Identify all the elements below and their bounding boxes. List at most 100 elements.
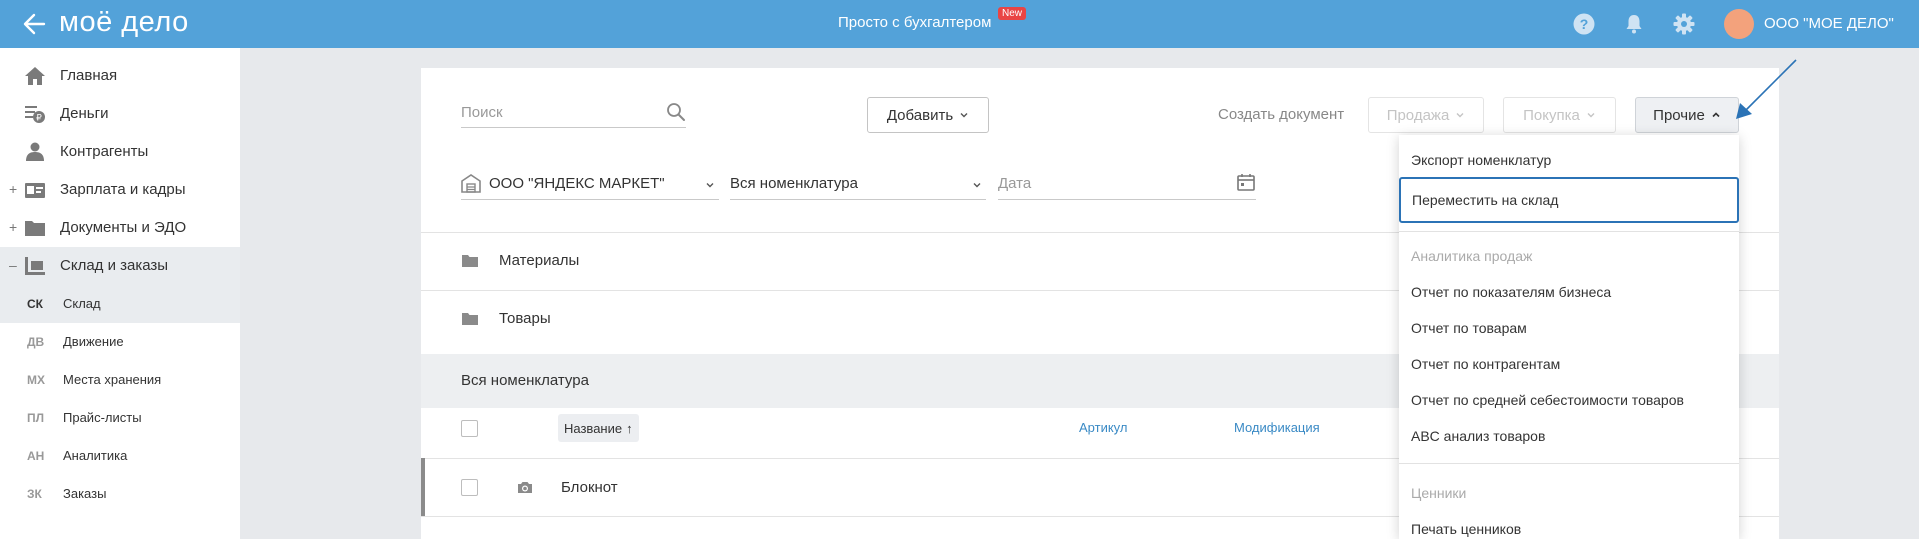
expand-icon[interactable]: + xyxy=(9,219,17,235)
subitem-label: Аналитика xyxy=(63,448,128,463)
menu-header-label: Ценники xyxy=(1411,485,1467,501)
subitem-code: ДВ xyxy=(27,335,45,349)
chevron-down-icon xyxy=(1456,113,1464,118)
menu-item-abc-analysis[interactable]: ABC анализ товаров xyxy=(1399,419,1739,455)
svg-text:?: ? xyxy=(1580,16,1589,32)
row-checkbox[interactable] xyxy=(461,479,478,496)
other-button[interactable]: Прочие xyxy=(1635,97,1739,133)
annotation-arrow-icon xyxy=(1736,59,1797,119)
folder-icon xyxy=(462,313,478,325)
search-input[interactable] xyxy=(461,98,651,126)
subitem-label: Склад xyxy=(63,296,101,311)
menu-item-print-price-tags[interactable]: Печать ценников xyxy=(1399,512,1739,539)
documents-folder-icon xyxy=(25,221,45,236)
top-header: моё дело Просто с бухгалтером New ? ООО … xyxy=(0,0,1919,48)
date-placeholder: Дата xyxy=(998,175,1032,192)
nomenclature-value: Вся номенклатура xyxy=(730,175,858,192)
sidebar-item-salary[interactable]: + Зарплата и кадры xyxy=(0,171,240,209)
menu-item-label: Отчет по показателям бизнеса xyxy=(1411,284,1612,300)
chevron-down-icon xyxy=(1587,113,1595,118)
warehouse-cart-icon xyxy=(25,257,45,275)
sidebar-subitem-analytics[interactable]: АН Аналитика xyxy=(0,437,240,475)
subitem-label: Места хранения xyxy=(63,372,162,387)
nomenclature-select[interactable]: Вся номенклатура xyxy=(730,168,986,200)
search-icon[interactable] xyxy=(666,102,686,122)
menu-separator xyxy=(1399,463,1739,464)
menu-separator xyxy=(1399,231,1739,232)
logo[interactable]: моё дело xyxy=(59,6,189,39)
sidebar-subitem-movement[interactable]: ДВ Движение xyxy=(0,323,240,361)
promo-link[interactable]: Просто с бухгалтером xyxy=(838,14,991,31)
subitem-code: МХ xyxy=(27,373,45,387)
bell-icon[interactable] xyxy=(1622,12,1646,36)
help-icon[interactable]: ? xyxy=(1572,12,1596,36)
section-title: Вся номенклатура xyxy=(461,372,589,389)
camera-icon[interactable] xyxy=(517,480,533,494)
chevron-down-icon xyxy=(960,113,968,118)
warehouse-value: ООО "ЯНДЕКС МАРКЕТ" xyxy=(489,175,665,192)
sort-arrow-icon: ↑ xyxy=(626,420,633,436)
gear-icon[interactable] xyxy=(1672,12,1696,36)
avatar[interactable] xyxy=(1724,9,1754,39)
search-field[interactable] xyxy=(461,98,686,128)
subitem-label: Прайс-листы xyxy=(63,410,142,425)
sidebar-subitem-sklad[interactable]: СК Склад xyxy=(0,285,240,323)
new-badge: New xyxy=(998,7,1027,20)
expand-icon[interactable]: + xyxy=(9,181,17,197)
purchase-button-label: Покупка xyxy=(1523,106,1580,124)
column-name-header[interactable]: Название ↑ xyxy=(558,414,639,442)
sidebar-item-warehouse[interactable]: – Склад и заказы xyxy=(0,247,240,285)
company-name[interactable]: ООО "МОЕ ДЕЛО" xyxy=(1764,15,1894,32)
column-name-label: Название xyxy=(564,420,623,436)
folder-name: Товары xyxy=(499,310,551,327)
row-accent xyxy=(421,458,425,516)
sidebar-subitem-orders[interactable]: ЗК Заказы xyxy=(0,475,240,513)
add-button[interactable]: Добавить xyxy=(867,97,989,133)
date-field[interactable]: Дата xyxy=(998,168,1256,200)
sidebar-item-label: Деньги xyxy=(60,105,109,122)
menu-item-label: Переместить на склад xyxy=(1412,192,1559,208)
menu-item-cost-report[interactable]: Отчет по средней себестоимости товаров xyxy=(1399,383,1739,419)
warehouse-icon xyxy=(461,174,481,193)
menu-item-goods-report[interactable]: Отчет по товарам xyxy=(1399,311,1739,347)
folder-icon xyxy=(462,255,478,267)
menu-item-contractors-report[interactable]: Отчет по контрагентам xyxy=(1399,347,1739,383)
sidebar-item-money[interactable]: ₽ Деньги xyxy=(0,95,240,133)
subitem-code: АН xyxy=(27,449,45,463)
other-dropdown-menu: Экспорт номенклатур Переместить на склад… xyxy=(1399,135,1739,539)
menu-header-analytics: Аналитика продаж xyxy=(1399,239,1739,275)
sidebar-item-label: Склад и заказы xyxy=(60,257,169,274)
menu-header-label: Аналитика продаж xyxy=(1411,248,1533,264)
calendar-icon[interactable] xyxy=(1236,172,1256,192)
menu-item-move-to-warehouse[interactable]: Переместить на склад xyxy=(1399,177,1739,223)
menu-item-label: Печать ценников xyxy=(1411,521,1522,537)
sidebar-subitem-pricelists[interactable]: ПЛ Прайс-листы xyxy=(0,399,240,437)
sidebar-item-label: Контрагенты xyxy=(60,143,149,160)
warehouse-select[interactable]: ООО "ЯНДЕКС МАРКЕТ" xyxy=(461,168,719,200)
sidebar-item-label: Зарплата и кадры xyxy=(60,181,186,198)
subitem-code: ПЛ xyxy=(27,411,45,425)
menu-item-label: Отчет по товарам xyxy=(1411,320,1527,336)
home-icon xyxy=(25,67,45,85)
sidebar-item-contractors[interactable]: Контрагенты xyxy=(0,133,240,171)
table-row-name[interactable]: Блокнот xyxy=(561,479,618,496)
menu-item-business-report[interactable]: Отчет по показателям бизнеса xyxy=(1399,275,1739,311)
contractors-icon xyxy=(26,142,44,161)
subitem-code: СК xyxy=(27,297,43,311)
purchase-button[interactable]: Покупка xyxy=(1503,97,1616,133)
column-article-header[interactable]: Артикул xyxy=(1079,420,1127,435)
back-arrow-icon[interactable] xyxy=(20,10,50,38)
menu-item-label: Отчет по средней себестоимости товаров xyxy=(1411,392,1684,408)
sale-button[interactable]: Продажа xyxy=(1368,97,1484,133)
sidebar-item-home[interactable]: Главная xyxy=(0,57,240,95)
svg-text:₽: ₽ xyxy=(36,114,42,124)
select-all-checkbox[interactable] xyxy=(461,420,478,437)
menu-item-export[interactable]: Экспорт номенклатур xyxy=(1399,143,1739,179)
sidebar-subitem-storage[interactable]: МХ Места хранения xyxy=(0,361,240,399)
sidebar: Главная ₽ Деньги Контрагенты + Зарплата … xyxy=(0,48,240,539)
chevron-up-icon xyxy=(1712,112,1720,118)
collapse-icon[interactable]: – xyxy=(9,257,17,273)
column-modification-header[interactable]: Модификация xyxy=(1234,420,1320,435)
menu-item-label: ABC анализ товаров xyxy=(1411,428,1546,444)
sidebar-item-documents[interactable]: + Документы и ЭДО xyxy=(0,209,240,247)
